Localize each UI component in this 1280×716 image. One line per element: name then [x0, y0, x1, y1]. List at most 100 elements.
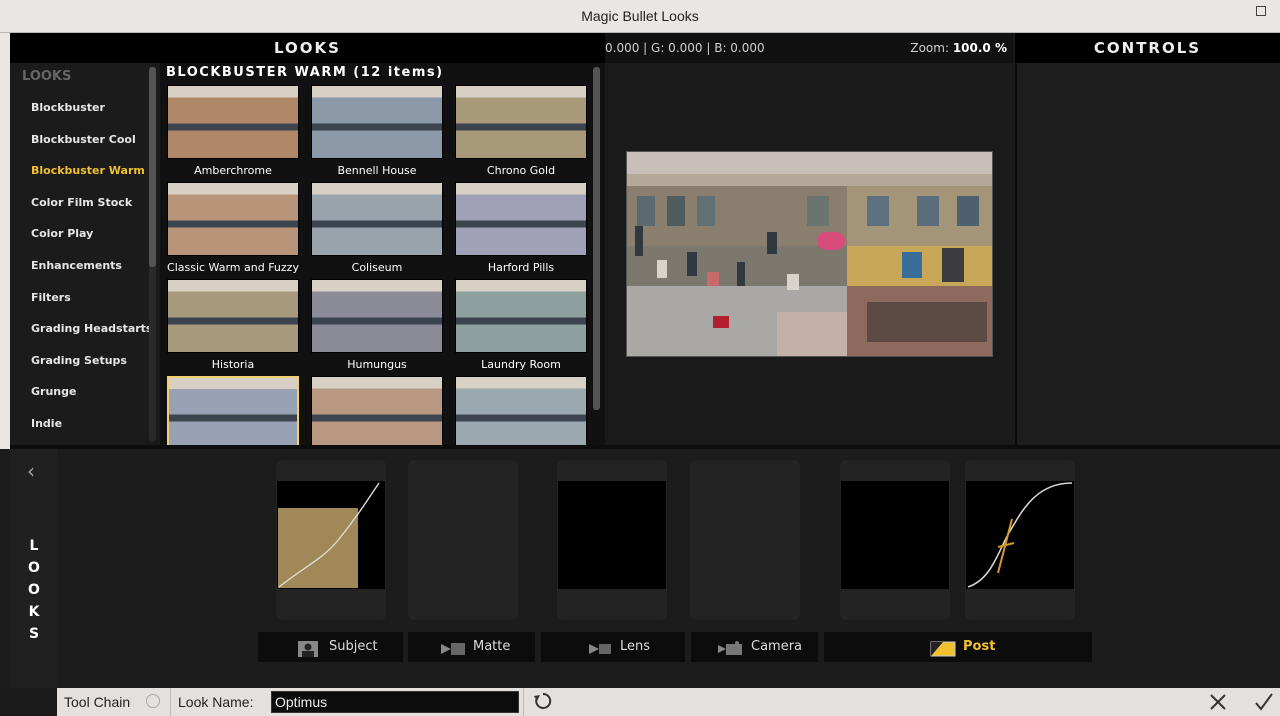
- category-item[interactable]: Color Play: [31, 227, 93, 240]
- tab-matte[interactable]: Matte: [408, 632, 535, 662]
- look-label: Humungus: [347, 358, 407, 371]
- checkmark-icon[interactable]: [1254, 692, 1274, 712]
- tool-slot-post[interactable]: [965, 460, 1075, 620]
- look-thumbnail[interactable]: Laundry Room: [455, 279, 587, 371]
- look-thumbnail[interactable]: Coliseum: [311, 182, 443, 274]
- category-scroll-thumb[interactable]: [149, 67, 156, 267]
- look-thumbnail[interactable]: [167, 376, 299, 445]
- matte-icon: [441, 639, 465, 655]
- look-thumbnail[interactable]: Classic Warm and Fuzzy: [167, 182, 299, 274]
- category-item[interactable]: Filters: [31, 291, 71, 304]
- category-item[interactable]: Indie: [31, 417, 62, 430]
- look-preview-image[interactable]: [311, 376, 443, 445]
- look-preview-image[interactable]: [455, 85, 587, 159]
- category-scrollbar[interactable]: [149, 67, 156, 441]
- category-heading: LOOKS: [22, 69, 72, 84]
- toggle-icon[interactable]: [146, 694, 160, 708]
- tool-chain-label[interactable]: Tool Chain: [64, 694, 130, 710]
- look-label: Classic Warm and Fuzzy: [167, 261, 299, 274]
- look-preview-image[interactable]: [311, 279, 443, 353]
- look-name-input[interactable]: Optimus: [271, 691, 519, 713]
- title-bar: Magic Bullet Looks: [0, 0, 1280, 33]
- look-thumbnail[interactable]: [455, 376, 587, 445]
- look-label: Historia: [211, 358, 255, 371]
- pixel-info-bar: 0.000 | G: 0.000 | B: 0.000 Zoom: 100.0 …: [605, 33, 1013, 63]
- tab-matte-label: Matte: [473, 639, 511, 654]
- tab-camera-label: Camera: [751, 639, 803, 654]
- divider: [523, 688, 524, 716]
- look-thumbnail[interactable]: Amberchrome: [167, 85, 299, 177]
- looks-side-tab[interactable]: ‹ LOOKS: [10, 449, 57, 688]
- look-grid: BLOCKBUSTER WARM (12 items) Amberchrome B…: [160, 63, 605, 445]
- category-item[interactable]: Color Film Stock: [31, 196, 132, 209]
- look-label: Bennell House: [337, 164, 417, 177]
- tab-post[interactable]: Post: [824, 632, 1092, 662]
- look-thumbnail[interactable]: Bennell House: [311, 85, 443, 177]
- window-frame: [0, 33, 10, 449]
- grid-scrollbar[interactable]: [593, 67, 600, 410]
- tab-camera[interactable]: Camera: [691, 632, 818, 662]
- camera-icon: [718, 639, 742, 655]
- tab-lens[interactable]: Lens: [541, 632, 685, 662]
- look-preview-image[interactable]: [311, 182, 443, 256]
- look-label: Laundry Room: [481, 358, 561, 371]
- tool-slot-matte[interactable]: [557, 460, 667, 620]
- side-label-letter: K: [28, 604, 40, 620]
- curves-tool-thumbnail[interactable]: [277, 481, 385, 589]
- tool-slot-empty[interactable]: [408, 460, 518, 620]
- camera-tool-thumbnail[interactable]: [841, 481, 949, 589]
- zoom-value: 100.0 %: [952, 41, 1007, 55]
- look-thumbnail[interactable]: Humungus: [311, 279, 443, 371]
- look-preview-image[interactable]: [455, 279, 587, 353]
- zoom-label: Zoom:: [910, 41, 949, 55]
- tab-subject[interactable]: Subject: [258, 632, 403, 662]
- look-thumbnail[interactable]: Chrono Gold: [455, 85, 587, 177]
- look-thumbnail[interactable]: [311, 376, 443, 445]
- side-label-letter: S: [28, 626, 40, 642]
- maximize-icon[interactable]: [1256, 6, 1266, 16]
- tab-post-label: Post: [963, 639, 996, 654]
- look-preview-image[interactable]: [311, 85, 443, 159]
- grid-title: BLOCKBUSTER WARM (12 items): [166, 65, 444, 80]
- look-preview-image[interactable]: [167, 85, 299, 159]
- look-thumbnail[interactable]: Historia: [167, 279, 299, 371]
- category-item[interactable]: Grading Setups: [31, 354, 127, 367]
- reset-icon[interactable]: [533, 691, 553, 711]
- category-item[interactable]: Grunge: [31, 385, 76, 398]
- look-label: Chrono Gold: [486, 164, 556, 177]
- category-item[interactable]: Blockbuster Cool: [31, 133, 136, 146]
- post-tool-thumbnail[interactable]: [966, 481, 1074, 589]
- post-icon: [930, 639, 956, 657]
- side-label-letter: O: [28, 582, 40, 598]
- tool-slot-curves[interactable]: [276, 460, 386, 620]
- look-label: Amberchrome: [194, 164, 272, 177]
- rgb-readout: 0.000 | G: 0.000 | B: 0.000: [605, 41, 765, 55]
- looks-header: LOOKS: [10, 33, 605, 63]
- look-preview-image[interactable]: [167, 279, 299, 353]
- chevron-left-icon[interactable]: ‹: [27, 459, 35, 483]
- status-bar: Tool Chain Look Name: Optimus: [57, 688, 1280, 716]
- look-preview-image[interactable]: [455, 182, 587, 256]
- divider: [170, 688, 171, 716]
- preview-image[interactable]: [626, 151, 993, 357]
- look-label: Harford Pills: [487, 261, 555, 274]
- category-item[interactable]: Grading Headstarts: [31, 322, 152, 335]
- close-icon[interactable]: [1209, 693, 1227, 711]
- tool-slot-camera[interactable]: [840, 460, 950, 620]
- category-list: LOOKS Blockbuster Blockbuster Cool Blockbu…: [10, 63, 160, 445]
- category-item[interactable]: Blockbuster: [31, 101, 105, 114]
- look-thumbnail[interactable]: Harford Pills: [455, 182, 587, 274]
- look-preview-image[interactable]: [167, 376, 299, 445]
- tab-lens-label: Lens: [620, 639, 651, 654]
- look-label: Coliseum: [351, 261, 403, 274]
- side-label-letter: L: [29, 538, 39, 554]
- look-preview-image[interactable]: [455, 376, 587, 445]
- look-name-label: Look Name:: [178, 694, 254, 710]
- look-preview-image[interactable]: [167, 182, 299, 256]
- category-item[interactable]: Blockbuster Warm: [31, 164, 145, 177]
- matte-tool-thumbnail[interactable]: [558, 481, 666, 589]
- tool-slot-empty[interactable]: [690, 460, 800, 620]
- category-item[interactable]: Enhancements: [31, 259, 122, 272]
- zoom-readout[interactable]: Zoom: 100.0 %: [910, 33, 1007, 63]
- controls-header: CONTROLS: [1015, 33, 1280, 63]
